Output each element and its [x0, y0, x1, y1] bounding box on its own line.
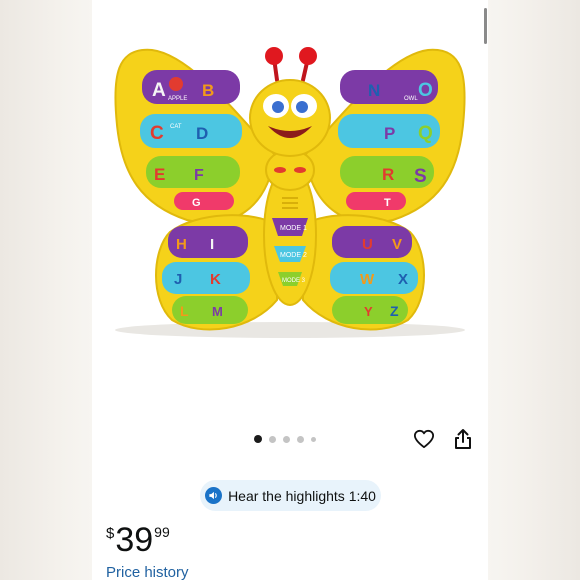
carousel-dot-2[interactable]	[269, 435, 276, 443]
mode-1-label: MODE 1	[280, 225, 307, 232]
letter-b: B	[202, 81, 214, 100]
wishlist-button[interactable]	[411, 426, 437, 452]
price: $ 39 99	[106, 518, 170, 562]
letter-t: T	[384, 197, 391, 209]
letter-v: V	[392, 236, 402, 253]
apple-picture	[169, 77, 183, 91]
pupil-right	[296, 101, 308, 113]
price-whole: 39	[115, 521, 154, 559]
word-cat: CAT	[170, 124, 182, 130]
antenna-ball-left	[265, 47, 283, 65]
price-fraction: 99	[154, 524, 170, 540]
letter-g: G	[192, 197, 201, 209]
letter-n: N	[368, 81, 380, 100]
small-red-light-left	[274, 167, 286, 173]
letter-l: L	[180, 303, 189, 319]
share-button[interactable]	[450, 426, 476, 452]
letter-d: D	[196, 124, 208, 143]
heart-icon	[413, 429, 435, 449]
letter-m: M	[212, 304, 223, 319]
letter-c: C	[150, 123, 164, 144]
left-lower-keys: H I J K L M	[162, 226, 250, 324]
hear-highlights-label: Hear the highlights 1:40	[228, 487, 376, 504]
key-g[interactable]	[174, 192, 234, 210]
letter-u: U	[362, 236, 373, 253]
letter-z: Z	[390, 303, 399, 319]
toy-shadow	[115, 322, 465, 338]
word-apple: APPLE	[168, 96, 187, 102]
carousel-dot-5[interactable]	[311, 436, 316, 442]
letter-q: Q	[418, 123, 433, 144]
letter-w: W	[360, 271, 375, 288]
price-history-link[interactable]: Price history	[106, 564, 189, 580]
mode-3-label: MODE 3	[282, 278, 306, 284]
letter-x: X	[398, 271, 408, 288]
letter-s: S	[414, 166, 427, 187]
share-icon	[455, 429, 471, 449]
letter-f: F	[194, 167, 204, 184]
letter-j: J	[174, 271, 182, 288]
key-t[interactable]	[346, 192, 406, 210]
product-page: A APPLE B C CAT D E F G H I J K L M N OW…	[92, 0, 488, 580]
carousel-dot-1[interactable]	[254, 435, 262, 443]
carousel-dots	[254, 434, 316, 444]
letter-p: P	[384, 124, 395, 143]
letter-h: H	[176, 236, 187, 253]
price-currency: $	[106, 525, 115, 542]
product-image[interactable]: A APPLE B C CAT D E F G H I J K L M N OW…	[92, 0, 488, 420]
letter-r: R	[382, 165, 394, 184]
letter-a: A	[152, 80, 166, 101]
letter-y: Y	[364, 304, 373, 319]
carousel-dot-4[interactable]	[297, 435, 304, 443]
letter-o: O	[418, 80, 433, 101]
hear-highlights-button[interactable]: Hear the highlights 1:40	[200, 480, 381, 511]
letter-e: E	[154, 165, 165, 184]
word-owl: OWL	[404, 96, 418, 102]
antenna-ball-right	[299, 47, 317, 65]
carousel-dot-3[interactable]	[283, 435, 290, 443]
speaker-icon	[205, 487, 223, 504]
right-lower-keys: U V W X Y Z	[330, 226, 418, 324]
pupil-left	[272, 101, 284, 113]
letter-k: K	[210, 271, 221, 288]
letter-i: I	[210, 236, 214, 253]
butterfly-head	[249, 79, 331, 157]
mode-2-label: MODE 2	[280, 252, 307, 259]
small-red-light-right	[294, 167, 306, 173]
